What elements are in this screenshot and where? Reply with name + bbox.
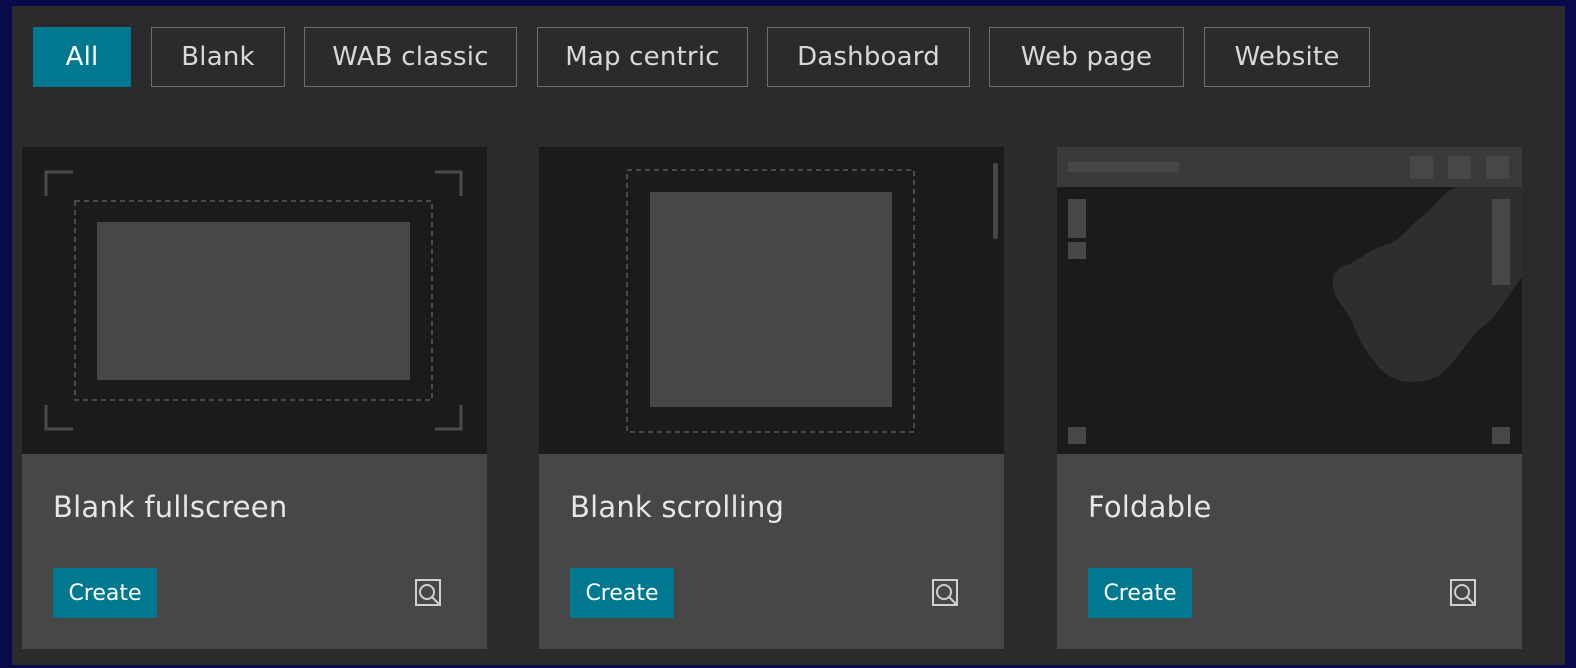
template-gallery: All Blank WAB classic Map centric Dashbo… [12,6,1565,665]
card-info: Blank scrolling Create [539,454,1004,649]
preview-icon[interactable] [931,578,961,608]
create-button[interactable]: Create [570,568,674,618]
template-card-foldable[interactable]: Foldable Create [1057,147,1522,649]
template-card-blank-scrolling[interactable]: Blank scrolling Create [539,147,1004,649]
create-button[interactable]: Create [1088,568,1192,618]
card-info: Foldable Create [1057,454,1522,649]
preview-icon[interactable] [1449,578,1479,608]
blank-fullscreen-thumbnail[interactable] [22,147,487,454]
card-title: Blank fullscreen [53,490,288,524]
card-title: Blank scrolling [570,490,785,524]
filter-blank[interactable]: Blank [151,27,285,87]
filter-dashboard[interactable]: Dashboard [767,27,970,87]
card-title: Foldable [1088,490,1212,524]
create-button[interactable]: Create [53,568,157,618]
card-info: Blank fullscreen Create [22,454,487,649]
filter-all[interactable]: All [33,27,131,87]
preview-icon[interactable] [414,578,444,608]
filter-wab-classic[interactable]: WAB classic [304,27,517,87]
foldable-thumbnail[interactable] [1057,147,1522,454]
blank-scrolling-thumbnail[interactable] [539,147,1004,454]
filter-map-centric[interactable]: Map centric [537,27,748,87]
filter-website[interactable]: Website [1204,27,1370,87]
template-filter-bar: All Blank WAB classic Map centric Dashbo… [12,6,1565,126]
template-card-blank-fullscreen[interactable]: Blank fullscreen Create [22,147,487,649]
filter-web-page[interactable]: Web page [989,27,1184,87]
